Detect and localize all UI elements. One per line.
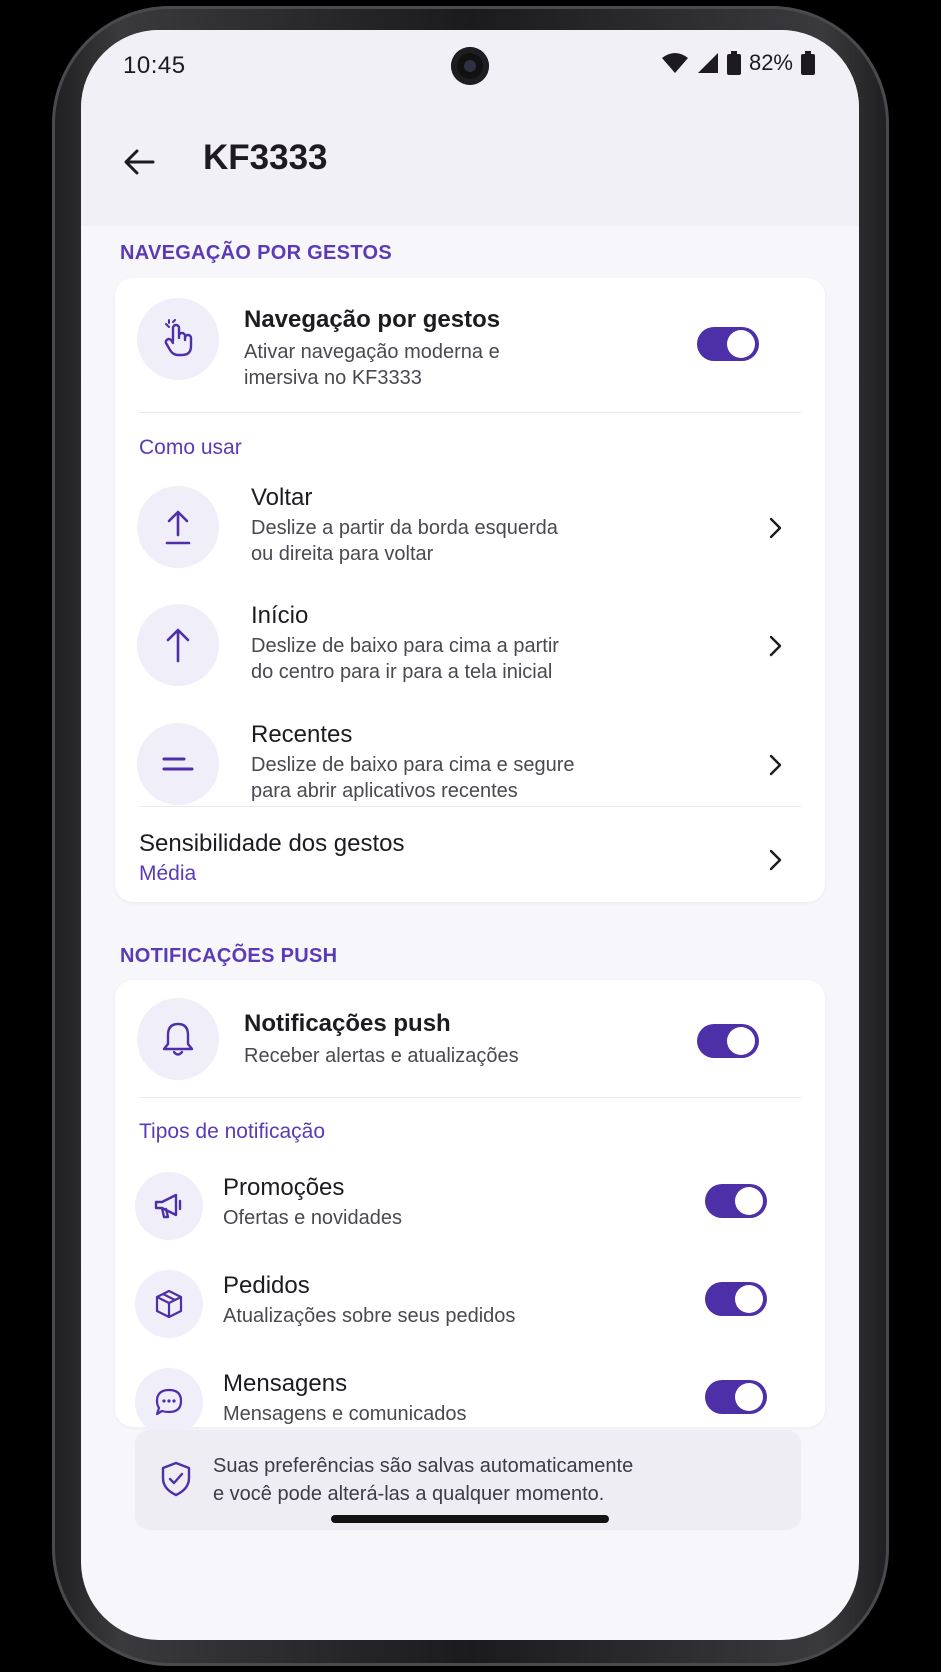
megaphone-icon-circle (135, 1172, 203, 1240)
toggle-knob (735, 1285, 763, 1313)
box-icon (155, 1289, 183, 1319)
notification-type-promotions: Promoções Ofertas e novidades (115, 1166, 825, 1246)
recents-lines-icon (162, 757, 194, 771)
battery-icon (801, 51, 815, 75)
orders-toggle[interactable] (705, 1282, 767, 1316)
section-header-push: NOTIFICAÇÕES PUSH (120, 945, 338, 967)
notification-type-orders: Pedidos Atualizações sobre seus pedidos (115, 1264, 825, 1344)
notification-type-title: Mensagens (223, 1370, 348, 1397)
promotions-toggle[interactable] (705, 1184, 767, 1218)
gesture-item-desc-2: do centro para ir para a tela inicial (251, 661, 553, 683)
chevron-right-icon (769, 754, 782, 776)
toggle-knob (727, 330, 755, 358)
toggle-knob (735, 1187, 763, 1215)
toggle-knob (727, 1027, 755, 1055)
gesture-item-desc-1: Deslize a partir da borda esquerda (251, 517, 558, 539)
back-button[interactable] (117, 140, 161, 184)
gesture-item-desc-1: Deslize de baixo para cima e segure (251, 754, 575, 776)
wifi-icon (661, 53, 688, 73)
divider (139, 806, 801, 807)
gesture-item-desc-1: Deslize de baixo para cima a partir (251, 635, 559, 657)
status-time: 10:45 (123, 52, 186, 79)
info-line-2: e você pode alterá-las a qualquer moment… (213, 1483, 605, 1505)
signal-icon (697, 53, 718, 73)
divider (139, 1097, 801, 1098)
hand-pointer-icon (164, 319, 193, 357)
gesture-navigation-toggle[interactable] (697, 327, 759, 361)
upload-arrow-icon (165, 510, 191, 545)
gesture-item-title: Voltar (251, 484, 313, 511)
gesture-toggle-subtitle-2: imersiva no KF3333 (244, 367, 422, 389)
info-line-1: Suas preferências são salvas automaticam… (213, 1455, 634, 1477)
toggle-knob (735, 1383, 763, 1411)
push-toggle-title: Notificações push (244, 1010, 451, 1037)
megaphone-icon (154, 1193, 182, 1219)
notification-types-label: Tipos de notificação (139, 1120, 325, 1143)
status-bar: 10:45 82% (81, 30, 859, 100)
messages-toggle[interactable] (705, 1380, 767, 1414)
divider (139, 412, 801, 413)
notification-type-subtitle: Atualizações sobre seus pedidos (223, 1305, 516, 1327)
gesture-item-title: Início (251, 602, 309, 629)
bell-icon (162, 1022, 194, 1056)
shield-check-icon (161, 1461, 191, 1497)
notification-type-subtitle: Mensagens e comunicados (223, 1403, 467, 1425)
notification-type-title: Promoções (223, 1174, 345, 1201)
chevron-right-icon (769, 517, 782, 539)
page-title: KF3333 (203, 138, 328, 177)
chevron-right-icon (769, 849, 782, 871)
gesture-sensitivity-row[interactable]: Sensibilidade dos gestos Média (115, 816, 825, 900)
app-bar: KF3333 (81, 100, 859, 226)
chat-bubble-icon (155, 1388, 183, 1416)
gesture-card: Navegação por gestos Ativar navegação mo… (115, 278, 825, 902)
screen: 10:45 82% KF3333 NAVEGAÇÃO POR GESTOS Na… (81, 30, 859, 1640)
arrow-up-icon (166, 628, 190, 663)
gesture-item-title: Recentes (251, 721, 353, 748)
front-camera (451, 47, 489, 85)
push-notifications-toggle[interactable] (697, 1024, 759, 1058)
battery-icon (726, 51, 741, 75)
recents-gesture-icon-circle (137, 723, 219, 805)
back-gesture-icon-circle (137, 486, 219, 568)
home-indicator[interactable] (331, 1515, 609, 1523)
how-to-label: Como usar (139, 436, 242, 459)
chevron-right-icon (769, 635, 782, 657)
notification-type-title: Pedidos (223, 1272, 310, 1299)
home-gesture-icon-circle (137, 604, 219, 686)
gesture-item-desc-2: ou direita para voltar (251, 543, 434, 565)
gesture-item-back[interactable]: Voltar Deslize a partir da borda esquerd… (115, 478, 825, 586)
arrow-left-icon (124, 149, 155, 175)
battery-percent: 82% (748, 50, 793, 75)
notification-type-subtitle: Ofertas e novidades (223, 1207, 402, 1229)
sensitivity-title: Sensibilidade dos gestos (139, 830, 405, 857)
push-card: Notificações push Receber alertas e atua… (115, 980, 825, 1436)
chat-icon-circle (135, 1368, 203, 1436)
gesture-toggle-subtitle-1: Ativar navegação moderna e (244, 341, 500, 363)
gesture-item-desc-2: para abrir aplicativos recentes (251, 780, 518, 802)
gesture-item-home[interactable]: Início Deslize de baixo para cima a part… (115, 596, 825, 704)
status-icons: 82% (661, 48, 815, 78)
gesture-toggle-title: Navegação por gestos (244, 306, 501, 333)
sensitivity-value: Média (139, 862, 197, 885)
push-toggle-subtitle: Receber alertas e atualizações (244, 1045, 519, 1067)
gesture-icon-circle (137, 298, 219, 380)
box-icon-circle (135, 1270, 203, 1338)
bell-icon-circle (137, 998, 219, 1080)
section-header-gestures: NAVEGAÇÃO POR GESTOS (120, 242, 392, 264)
info-text: Suas preferências são salvas automaticam… (213, 1452, 773, 1508)
